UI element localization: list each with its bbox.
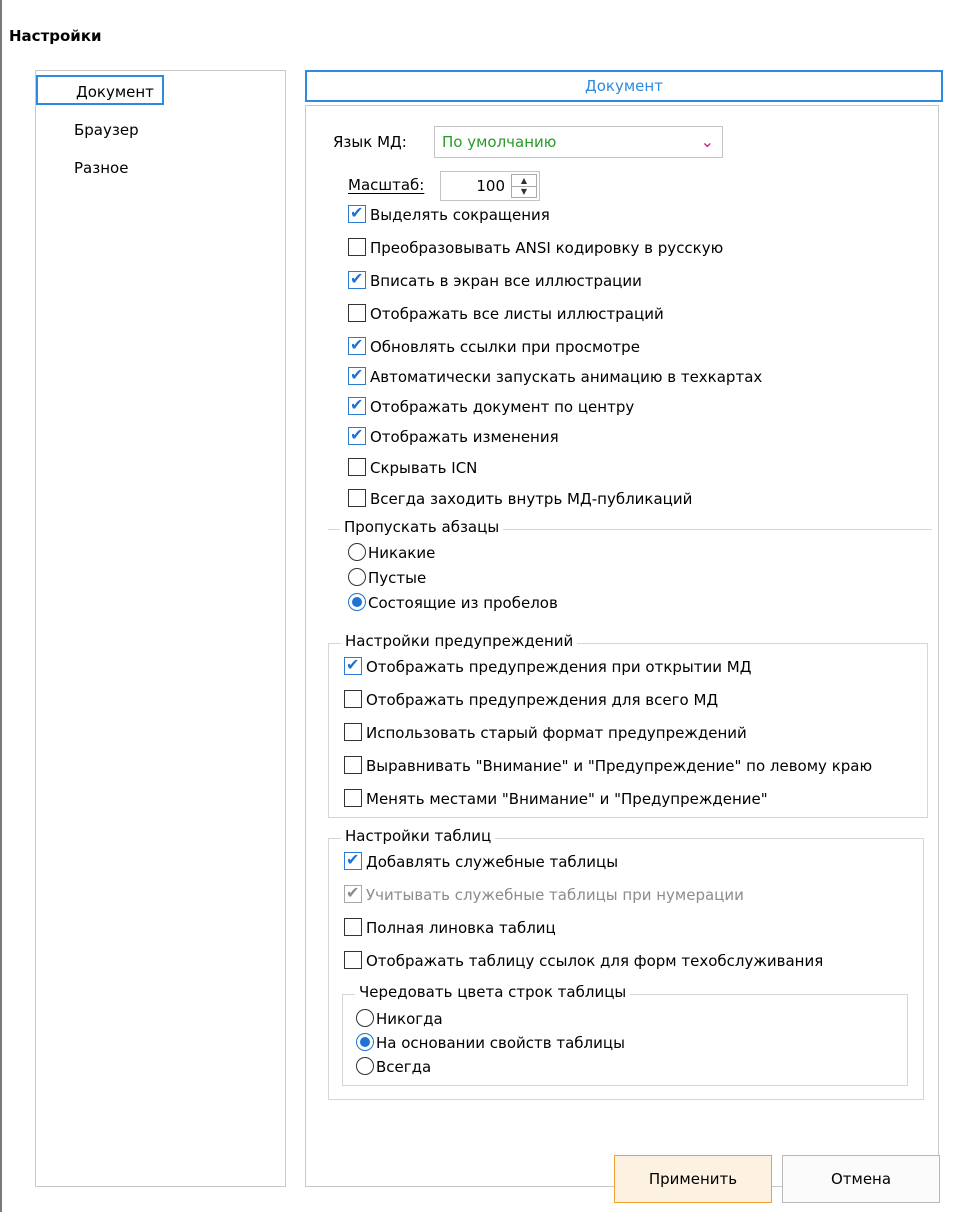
chevron-down-icon: ⌄ — [700, 132, 714, 151]
checkbox-box — [344, 655, 362, 675]
checkbox-label: Вписать в экран все иллюстрации — [370, 272, 642, 290]
scale-value: 100 — [476, 177, 505, 195]
page-header: Документ — [305, 70, 943, 102]
checkbox-label: Выравнивать "Внимание" и "Предупреждение… — [366, 757, 873, 775]
radio-circle — [356, 1033, 374, 1051]
radio-label: На основании свойств таблицы — [376, 1034, 625, 1052]
checkbox-label: Отображать предупреждения для всего МД — [366, 691, 719, 709]
checkbox-box — [344, 690, 362, 708]
checkbox-box — [348, 489, 366, 507]
window-title: Настройки — [9, 27, 102, 45]
group-title: Чередовать цвета строк таблицы — [355, 983, 631, 1001]
checkbox-label: Автоматически запускать анимацию в техка… — [370, 368, 763, 386]
settings-nav: Документ Браузер Разное — [35, 70, 286, 1187]
checkbox-box — [344, 723, 362, 741]
checkbox-box — [348, 269, 366, 289]
language-label: Язык МД: — [333, 133, 407, 151]
nav-item-misc[interactable]: Разное — [36, 153, 164, 183]
nav-item-label: Документ — [76, 83, 154, 101]
group-title: Настройки предупреждений — [341, 632, 578, 650]
radio-label: Никогда — [376, 1010, 443, 1028]
checkbox-box — [348, 203, 366, 223]
checkbox-label: Скрывать ICN — [370, 459, 478, 477]
checkbox-label: Всегда заходить внутрь МД-публикаций — [370, 490, 693, 508]
checkbox-box — [344, 918, 362, 936]
nav-item-document[interactable]: Документ — [36, 75, 164, 105]
window-left-border — [0, 0, 2, 1212]
language-select[interactable]: По умолчанию ⌄ — [434, 126, 723, 158]
checkbox-label: Использовать старый формат предупреждени… — [366, 724, 747, 742]
checkbox-box — [348, 365, 366, 385]
checkbox-label: Отображать таблицу ссылок для форм техоб… — [366, 952, 824, 970]
stepper-buttons: ▲ ▼ — [511, 174, 537, 198]
checkbox-box — [348, 458, 366, 476]
group-title: Настройки таблиц — [341, 827, 496, 845]
checkbox-label: Отображать документ по центру — [370, 398, 635, 416]
checkbox-label: Преобразовывать ANSI кодировку в русскую — [370, 239, 724, 257]
scale-stepper[interactable]: 100 ▲ ▼ — [440, 171, 540, 201]
cancel-button[interactable]: Отмена — [782, 1155, 940, 1203]
checkbox-box — [344, 756, 362, 774]
radio-label: Никакие — [368, 544, 436, 562]
nav-item-browser[interactable]: Браузер — [36, 115, 164, 145]
nav-item-label: Разное — [74, 159, 129, 177]
checkbox-box — [348, 335, 366, 355]
checkbox-box — [344, 883, 362, 903]
checkbox-label: Выделять сокращения — [370, 206, 550, 224]
radio-circle — [356, 1057, 374, 1075]
radio-circle — [348, 568, 366, 586]
checkbox-box — [344, 789, 362, 807]
checkbox-label: Менять местами "Внимание" и "Предупрежде… — [366, 790, 768, 808]
radio-circle — [356, 1009, 374, 1027]
checkbox-label: Отображать изменения — [370, 428, 559, 446]
radio-label: Состоящие из пробелов — [368, 594, 558, 612]
checkbox-label: Добавлять служебные таблицы — [366, 853, 619, 871]
checkbox-box — [344, 850, 362, 870]
checkbox-box — [344, 951, 362, 969]
radio-label: Всегда — [376, 1058, 432, 1076]
radio-circle — [348, 593, 366, 611]
stepper-down-icon[interactable]: ▼ — [512, 186, 536, 197]
radio-label: Пустые — [368, 569, 427, 587]
checkbox-box — [348, 395, 366, 415]
group-title: Пропускать абзацы — [340, 518, 504, 536]
checkbox-box — [348, 304, 366, 322]
language-select-value: По умолчанию — [442, 133, 557, 151]
apply-button[interactable]: Применить — [614, 1155, 772, 1203]
scale-label: Масштаб: — [348, 176, 425, 194]
checkbox-label: Полная линовка таблиц — [366, 919, 556, 937]
checkbox-label: Обновлять ссылки при просмотре — [370, 338, 640, 356]
nav-item-label: Браузер — [74, 121, 139, 139]
checkbox-label: Отображать предупреждения при открытии М… — [366, 658, 752, 676]
checkbox-label: Учитывать служебные таблицы при нумераци… — [366, 886, 744, 904]
checkbox-label: Отображать все листы иллюстраций — [370, 305, 664, 323]
radio-circle — [348, 543, 366, 561]
checkbox-box — [348, 238, 366, 256]
checkbox-box — [348, 425, 366, 445]
